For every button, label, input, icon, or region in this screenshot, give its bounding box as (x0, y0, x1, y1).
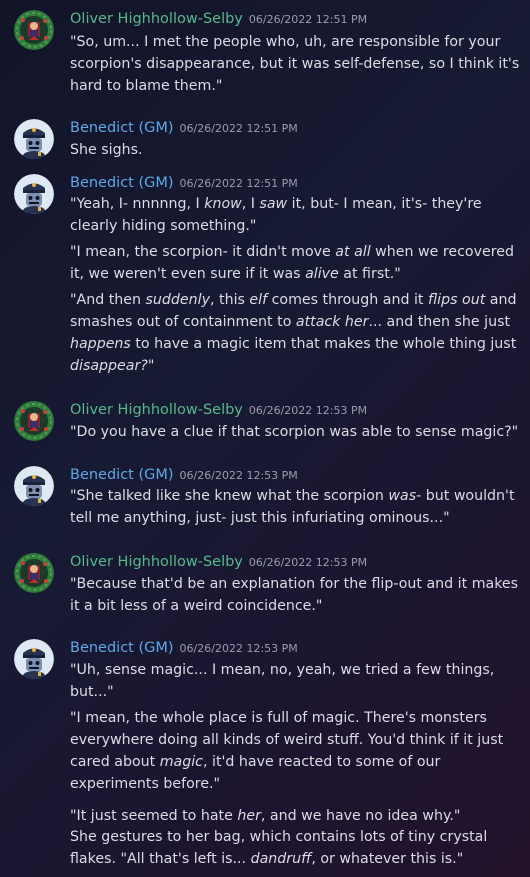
message-text: "I mean, the scorpion- it didn't move at… (70, 244, 514, 282)
message-text: "Uh, sense magic... I mean, no, yeah, we… (70, 662, 495, 700)
message-timestamp: 06/26/2022 12:51 PM (179, 177, 298, 190)
message-timestamp: 06/26/2022 12:53 PM (179, 469, 298, 482)
wreath-avatar-icon[interactable] (14, 401, 54, 441)
author-name[interactable]: Oliver Highhollow-Selby (70, 11, 243, 27)
message-timestamp: 06/26/2022 12:51 PM (179, 122, 298, 135)
author-name[interactable]: Benedict (GM) (70, 175, 174, 191)
wreath-avatar-icon[interactable] (14, 10, 54, 50)
message-header: Benedict (GM) 06/26/2022 12:51 PM (70, 117, 298, 136)
wreath-avatar-icon[interactable] (14, 553, 54, 593)
author-name[interactable]: Oliver Highhollow-Selby (70, 554, 243, 570)
message-text: "And then suddenly, this elf comes throu… (70, 292, 517, 374)
message-header: Oliver Highhollow-Selby 06/26/2022 12:51 … (70, 8, 367, 27)
author-name[interactable]: Oliver Highhollow-Selby (70, 402, 243, 418)
message-header: Oliver Highhollow-Selby 06/26/2022 12:53 … (70, 399, 367, 418)
message-header: Oliver Highhollow-Selby 06/26/2022 12:53 … (70, 551, 367, 570)
message-timestamp: 06/26/2022 12:53 PM (248, 404, 368, 417)
message-header: Benedict (GM) 06/26/2022 12:53 PM (70, 637, 298, 656)
police-officer-avatar-icon[interactable] (14, 466, 54, 506)
message-text: She gestures to her bag, which contains … (70, 829, 488, 867)
author-name[interactable]: Benedict (GM) (70, 640, 174, 656)
message-timestamp: 06/26/2022 12:53 PM (248, 556, 368, 569)
message-text: "Yeah, I- nnnnng, I know, I saw it, but-… (70, 196, 482, 234)
message-text: "She talked like she knew what the scorp… (70, 488, 515, 526)
police-officer-avatar-icon[interactable] (14, 174, 54, 214)
author-name[interactable]: Benedict (GM) (70, 120, 174, 136)
message-text: "I mean, the whole place is full of magi… (70, 710, 504, 792)
message-text: "Do you have a clue if that scorpion was… (70, 424, 519, 440)
author-name[interactable]: Benedict (GM) (70, 467, 174, 483)
message-text: "It just seemed to hate her, and we have… (70, 808, 461, 824)
message-text: "So, um... I met the people who, uh, are… (70, 34, 520, 94)
message-timestamp: 06/26/2022 12:51 PM (248, 13, 368, 26)
message-text: She sighs. (70, 142, 143, 158)
message-text: "Because that'd be an explanation for th… (70, 576, 519, 614)
police-officer-avatar-icon[interactable] (14, 119, 54, 159)
message-header: Benedict (GM) 06/26/2022 12:51 PM (70, 172, 298, 191)
chat-log: Oliver Highhollow-Selby 06/26/2022 12:51 … (0, 0, 530, 877)
message-timestamp: 06/26/2022 12:53 PM (179, 642, 298, 655)
police-officer-avatar-icon[interactable] (14, 639, 54, 679)
message-header: Benedict (GM) 06/26/2022 12:53 PM (70, 464, 298, 483)
